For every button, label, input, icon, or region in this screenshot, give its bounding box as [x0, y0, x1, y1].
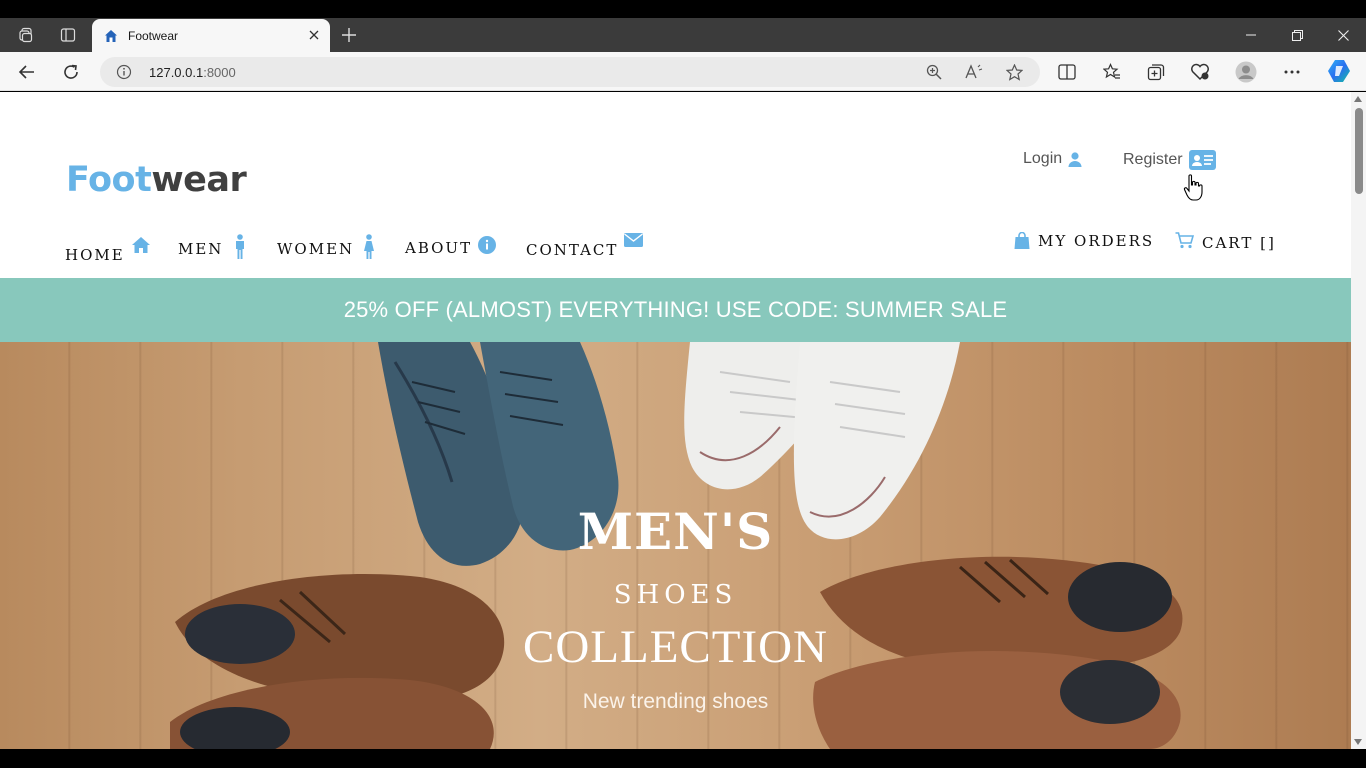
female-icon [364, 234, 375, 259]
close-tab-icon[interactable] [306, 27, 322, 43]
site-info-icon[interactable] [116, 64, 132, 80]
nav-cart[interactable]: CART [] [1175, 232, 1276, 252]
window-bottom-edge [0, 749, 1366, 768]
page-viewport: Footwear Login Register HOME MEN WOMEN A… [0, 92, 1351, 749]
zoom-icon[interactable] [924, 62, 944, 82]
logo-part-wear: wear [151, 160, 247, 200]
login-link[interactable]: Login [1023, 150, 1082, 168]
close-window-icon[interactable] [1328, 24, 1358, 46]
split-screen-icon[interactable] [1054, 59, 1080, 85]
envelope-icon [624, 233, 644, 247]
browser-essentials-icon[interactable] [1187, 59, 1213, 85]
browser-toolbar: 127.0.0.1:8000 [0, 52, 1366, 91]
logo-part-foot: Foot [66, 160, 152, 200]
nav-women-label: WOMEN [277, 240, 355, 258]
address-bar[interactable]: 127.0.0.1:8000 [100, 57, 1040, 87]
promo-text: 25% OFF (ALMOST) EVERYTHING! USE CODE: S… [343, 297, 1008, 322]
scroll-up-arrow-icon[interactable] [1354, 96, 1362, 102]
nav-home[interactable]: HOME [65, 236, 151, 264]
back-icon[interactable] [14, 59, 40, 85]
restore-icon[interactable] [1282, 24, 1312, 46]
favorite-star-icon[interactable] [1004, 62, 1024, 82]
tab-title: Footwear [128, 28, 179, 43]
minimize-icon[interactable] [1236, 24, 1266, 46]
collections-icon[interactable] [1143, 59, 1169, 85]
url-text[interactable]: 127.0.0.1:8000 [149, 65, 236, 80]
read-aloud-icon[interactable] [964, 62, 984, 82]
nav-about-label: ABOUT [405, 239, 473, 257]
vertical-tabs-icon[interactable] [56, 24, 80, 46]
hero-heading-mens: MEN'S [577, 502, 774, 561]
register-label: Register [1123, 151, 1183, 168]
hero-banner: MEN'S SHOES COLLECTION New trending shoe… [0, 342, 1351, 749]
hero-subtitle: New trending shoes [582, 690, 769, 713]
promo-banner: 25% OFF (ALMOST) EVERYTHING! USE CODE: S… [0, 278, 1351, 342]
profile-avatar-icon[interactable] [1233, 59, 1259, 85]
active-tab[interactable]: Footwear [92, 19, 330, 52]
nav-contact[interactable]: CONTACT [526, 233, 644, 259]
hand-pointer-cursor-icon [1183, 174, 1203, 201]
window-top-edge [0, 0, 1366, 18]
nav-home-label: HOME [65, 246, 125, 264]
site-logo[interactable]: Footwear [66, 160, 247, 200]
page-scrollbar[interactable] [1351, 92, 1366, 749]
nav-about[interactable]: ABOUT [405, 236, 497, 257]
home-favicon-icon [105, 29, 117, 42]
info-icon [478, 236, 497, 254]
hero-heading-shoes: SHOES [613, 580, 738, 610]
more-options-icon[interactable] [1279, 59, 1305, 85]
id-card-icon [1188, 150, 1216, 170]
nav-cart-label: CART [] [1202, 234, 1276, 252]
male-icon [236, 234, 245, 259]
favorites-icon[interactable] [1099, 59, 1125, 85]
hero-heading-collection: COLLECTION [522, 621, 828, 673]
scroll-thumb[interactable] [1355, 108, 1363, 194]
scroll-down-arrow-icon[interactable] [1354, 739, 1362, 745]
nav-my-orders-label: MY ORDERS [1038, 232, 1155, 250]
home-icon [131, 237, 150, 253]
reload-icon[interactable] [58, 59, 84, 85]
nav-men-label: MEN [178, 240, 224, 258]
workspaces-icon[interactable] [14, 24, 38, 46]
nav-men[interactable]: MEN [178, 234, 247, 260]
copilot-icon[interactable] [1325, 57, 1353, 85]
user-icon [1068, 151, 1082, 167]
shopping-bag-icon [1014, 232, 1030, 249]
nav-my-orders[interactable]: MY ORDERS [1014, 232, 1154, 250]
new-tab-icon[interactable] [338, 24, 360, 46]
register-link[interactable]: Register [1123, 150, 1216, 170]
nav-women[interactable]: WOMEN [277, 234, 376, 260]
cart-icon [1175, 232, 1194, 249]
nav-contact-label: CONTACT [526, 241, 619, 259]
tab-strip: Footwear [0, 18, 1366, 52]
login-label: Login [1023, 150, 1063, 167]
